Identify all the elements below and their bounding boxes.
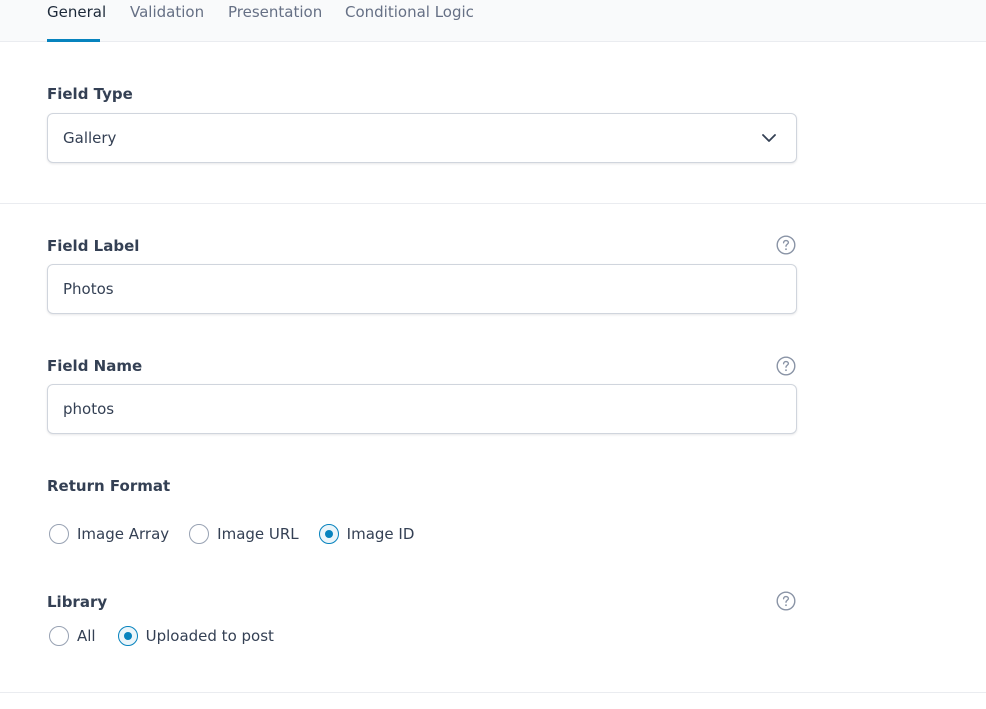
tab-general[interactable]: General [47,0,106,42]
field-name-input[interactable]: photos [47,384,797,434]
radio-unchecked-icon [49,524,69,544]
radio-image-url[interactable]: Image URL [189,523,299,545]
section-divider [0,203,986,204]
radio-image-array[interactable]: Image Array [49,523,169,545]
radio-unchecked-icon [49,626,69,646]
chevron-down-icon [762,134,776,142]
radio-image-id[interactable]: Image ID [318,523,415,545]
radio-library-uploaded-to-post[interactable]: Uploaded to post [117,625,274,647]
field-type-selected-value: Gallery [63,129,117,147]
radio-library-all[interactable]: All [49,625,96,647]
section-divider [0,692,986,693]
radio-library-all-label: All [77,627,96,645]
field-type-label: Field Type [47,85,133,103]
field-type-select[interactable]: Gallery [47,113,797,163]
question-circle-icon[interactable] [776,235,796,255]
radio-checked-icon [318,524,339,544]
radio-unchecked-icon [189,524,210,544]
radio-checked-icon [117,626,138,646]
tab-presentation[interactable]: Presentation [228,0,322,42]
library-label: Library [47,593,108,611]
question-circle-icon[interactable] [776,591,796,611]
question-circle-icon[interactable] [776,356,796,376]
radio-image-id-label: Image ID [346,525,415,543]
tab-conditional-logic[interactable]: Conditional Logic [345,0,474,42]
radio-image-url-label: Image URL [217,525,299,543]
field-label-value: Photos [63,280,114,298]
field-label-label: Field Label [47,237,140,255]
settings-tabs: General Validation Presentation Conditio… [0,0,986,42]
radio-image-array-label: Image Array [77,525,170,543]
field-name-label: Field Name [47,357,143,375]
library-radio-group: All Uploaded to post [49,625,274,647]
radio-library-uploaded-label: Uploaded to post [145,627,274,645]
tab-validation[interactable]: Validation [130,0,204,42]
return-format-label: Return Format [47,477,171,495]
field-name-value: photos [63,400,115,418]
field-label-input[interactable]: Photos [47,264,797,314]
return-format-radio-group: Image Array Image URL Image ID [49,523,414,545]
